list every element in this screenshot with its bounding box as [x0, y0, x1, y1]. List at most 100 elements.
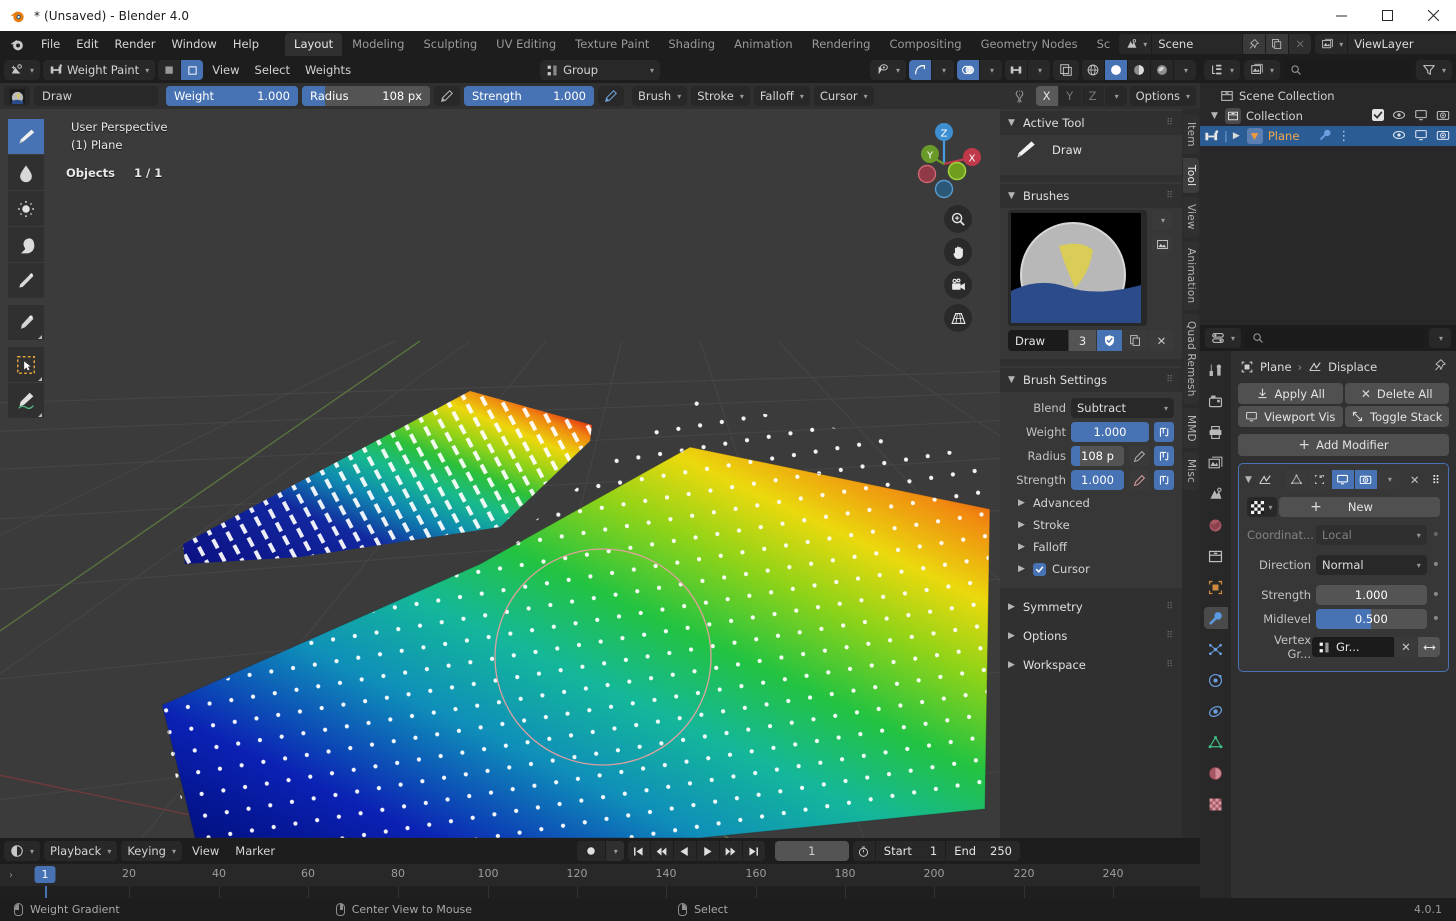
close-icon[interactable] [1410, 0, 1456, 31]
vertex-group-invert-icon[interactable] [1418, 637, 1440, 657]
breadcrumb-object[interactable]: Plane [1260, 360, 1292, 374]
playback-popover[interactable]: Playback ▾ [44, 841, 118, 861]
workspace-tab-modeling[interactable]: Modeling [343, 33, 413, 56]
drag-handle[interactable]: ⠿ [1166, 631, 1174, 641]
workspace-tab-rendering[interactable]: Rendering [803, 33, 880, 56]
weight-paint-mode-icon[interactable] [1204, 129, 1219, 144]
workspace-tab-scripting[interactable]: Sc [1088, 33, 1120, 56]
properties-tab-viewlayer[interactable] [1204, 452, 1228, 474]
mod-midlevel-slider[interactable]: 0.500 [1316, 609, 1427, 629]
pin-id-icon[interactable] [1433, 358, 1447, 375]
cursor-subpanel[interactable]: ▶ Cursor [1000, 558, 1182, 580]
vertex-mask-icon[interactable] [158, 60, 181, 80]
camera-render-icon[interactable] [1436, 128, 1450, 145]
scene-icon[interactable]: ▾ [1119, 34, 1152, 54]
monitor-icon[interactable] [1414, 108, 1428, 125]
properties-tab-collection[interactable] [1204, 545, 1228, 567]
workspace-tab-layout[interactable]: Layout [285, 32, 343, 56]
symmetry-y-toggle[interactable]: Y [1058, 86, 1081, 106]
scene-name[interactable]: Scene [1152, 34, 1243, 54]
chevron-down-icon[interactable]: ▼ [1245, 475, 1254, 485]
xray-popover-icon[interactable]: ▾ [1028, 60, 1050, 80]
smear-tool[interactable] [8, 227, 44, 262]
weight-slider[interactable]: Weight 1.000 [166, 86, 298, 106]
timeline-expand-icon[interactable]: › [9, 870, 13, 881]
eye-icon[interactable] [1392, 128, 1406, 145]
editor-type-selector[interactable]: ▾ [4, 60, 41, 80]
np-radius-slider[interactable]: 108 p [1071, 446, 1124, 466]
shading-material-preview-icon[interactable] [1128, 60, 1150, 80]
timeline-menu-view[interactable]: View [186, 841, 225, 861]
properties-tab-particles[interactable] [1204, 638, 1228, 660]
sidebar-tab-quad-remesh[interactable]: Quad Remesh [1183, 313, 1199, 404]
gradient-tool[interactable] [8, 263, 44, 298]
np-strength-pressure-icon[interactable] [1129, 470, 1149, 490]
symmetry-mesh-icon[interactable] [1006, 86, 1033, 106]
new-texture-button[interactable]: + New [1279, 497, 1440, 517]
blend-dropdown[interactable]: Subtract ▾ [1071, 398, 1174, 418]
np-weight-animate-icon[interactable] [1154, 422, 1174, 442]
navigation-gizmo[interactable]: Z X Y [902, 119, 986, 203]
brushes-header[interactable]: ▼ Brushes ⠿ [1000, 184, 1182, 208]
viewport-vis-button[interactable]: Viewport Vis [1238, 406, 1343, 427]
animate-decorator-icon[interactable]: • [1432, 557, 1440, 572]
jump-start-icon[interactable] [627, 841, 650, 861]
pin-scene-icon[interactable] [1243, 34, 1266, 54]
np-radius-animate-icon[interactable] [1154, 446, 1174, 466]
symmetry-header[interactable]: ▶ Symmetry ⠿ [1000, 595, 1182, 619]
draw-tool[interactable] [8, 119, 44, 154]
shading-popover-icon[interactable]: ▾ [1174, 60, 1196, 80]
strength-slider[interactable]: Strength 1.000 [464, 86, 594, 106]
vertex-group-clear-icon[interactable]: ✕ [1395, 637, 1417, 657]
use-preview-range-icon[interactable] [852, 841, 875, 861]
shading-wireframe-icon[interactable] [1082, 60, 1104, 80]
viewport-render-icon[interactable] [1053, 60, 1079, 80]
scene-selector[interactable]: ▾ Scene ✕ [1119, 34, 1312, 54]
radius-pressure-icon[interactable] [434, 86, 460, 106]
minimize-icon[interactable] [1318, 0, 1364, 31]
np-strength-slider[interactable]: 1.000 [1071, 470, 1124, 490]
auto-keying-popover[interactable]: ▾ [605, 841, 624, 861]
face-mask-icon[interactable] [181, 60, 204, 80]
jump-end-icon[interactable] [742, 841, 765, 861]
outliner-editor-type-icon[interactable]: ▾ [1204, 60, 1241, 80]
falloff-popover[interactable]: Falloff ▾ [753, 86, 810, 106]
select-box-tool[interactable] [8, 347, 44, 382]
symmetry-popover-icon[interactable]: ▾ [1104, 86, 1127, 106]
drag-handle[interactable]: ⠿ [1166, 375, 1174, 385]
gizmo-popover-icon[interactable]: ▾ [932, 60, 954, 80]
stroke-popover[interactable]: Stroke ▾ [691, 86, 750, 106]
shield-icon[interactable] [1097, 330, 1122, 351]
collection-exclude-checkbox[interactable] [1372, 108, 1384, 124]
prev-keyframe-icon[interactable] [650, 841, 673, 861]
animate-decorator-icon[interactable]: • [1432, 611, 1440, 626]
animate-decorator-icon[interactable]: • [1432, 587, 1440, 602]
mod-strength-slider[interactable]: 1.000 [1316, 585, 1427, 605]
outliner-row-scene-collection[interactable]: Scene Collection [1200, 86, 1456, 106]
modifier-on-cage-icon[interactable] [1308, 470, 1331, 489]
workspace-tab-geometry-nodes[interactable]: Geometry Nodes [972, 33, 1087, 56]
np-weight-slider[interactable]: 1.000 [1071, 422, 1149, 442]
camera-icon[interactable] [944, 271, 972, 299]
menu-view[interactable]: View [206, 60, 245, 80]
menu-file[interactable]: File [33, 34, 68, 54]
zoom-icon[interactable] [944, 205, 972, 233]
modifier-extras-dropdown[interactable]: ▾ [1377, 470, 1400, 489]
xray-toggle-icon[interactable] [1005, 60, 1027, 80]
chevron-down-icon[interactable]: ▼ [1211, 111, 1220, 121]
sidebar-tab-tool[interactable]: Tool [1183, 157, 1199, 193]
timeline-editor-type-icon[interactable]: ▾ [4, 841, 41, 861]
sidebar-tab-view[interactable]: View [1183, 196, 1199, 237]
workspace-tab-texture-paint[interactable]: Texture Paint [566, 33, 658, 56]
brush-preview-thumbnail[interactable] [1008, 210, 1147, 326]
vertex-group-field[interactable]: Gr... [1312, 637, 1394, 657]
overlays-toggle-icon[interactable] [957, 60, 979, 80]
drag-handle[interactable]: ⠿ [1166, 660, 1174, 670]
blender-menu-icon[interactable] [10, 37, 25, 52]
new-scene-icon[interactable] [1266, 34, 1289, 54]
sidebar-tab-animation[interactable]: Animation [1183, 240, 1199, 310]
workspace-header[interactable]: ▶ Workspace ⠿ [1000, 653, 1182, 677]
brush-user-count[interactable]: 3 [1069, 330, 1096, 351]
play-reverse-icon[interactable] [673, 841, 696, 861]
properties-options-icon[interactable]: ▾ [1429, 328, 1451, 348]
